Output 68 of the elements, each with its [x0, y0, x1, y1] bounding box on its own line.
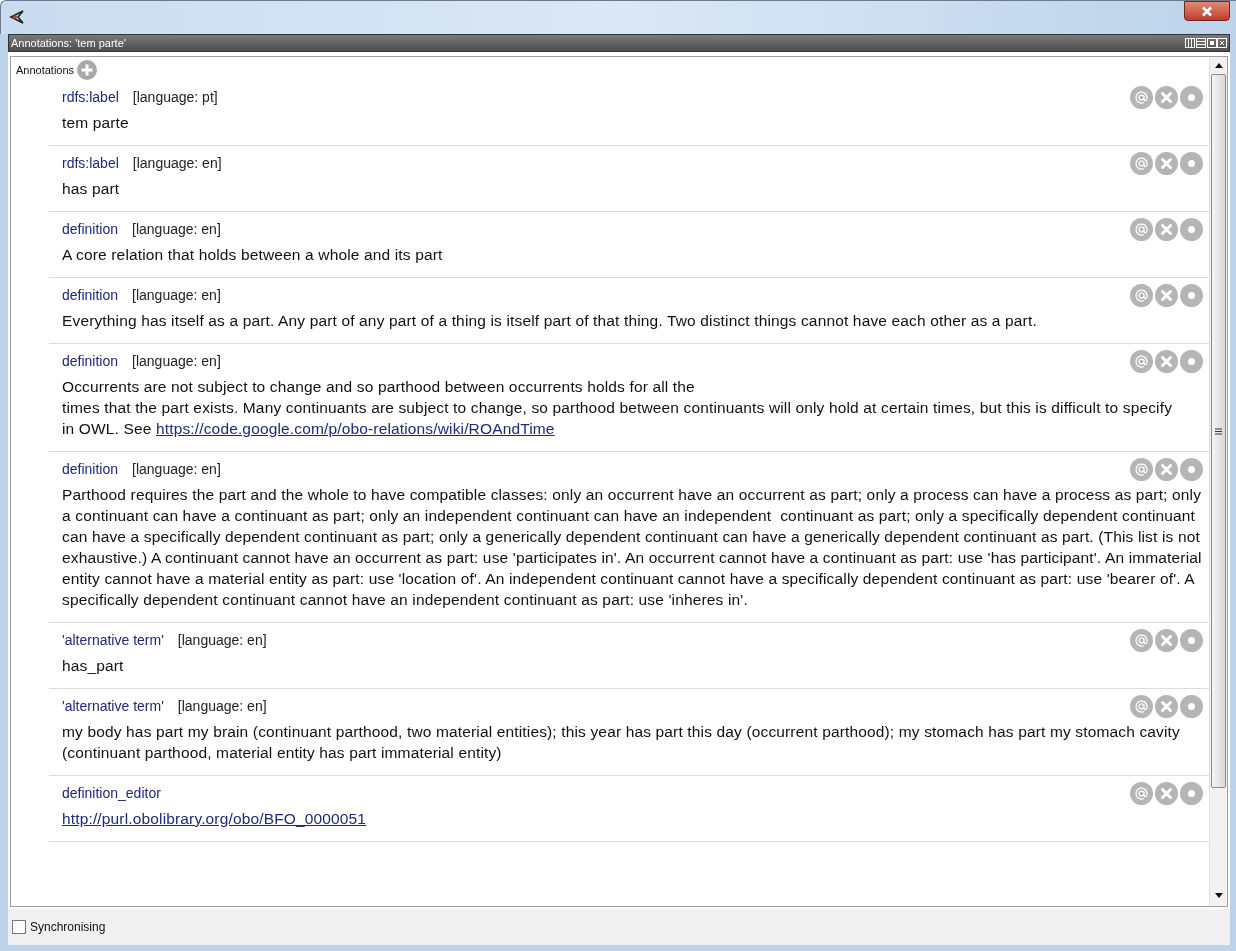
language-tag: [language: en] — [132, 218, 221, 240]
annotation-value: A core relation that holds between a whole and its part — [62, 245, 444, 265]
options-icon[interactable] — [1180, 457, 1203, 481]
delete-icon[interactable] — [1155, 628, 1178, 652]
panel-controls-icon[interactable] — [1185, 38, 1227, 48]
delete-icon[interactable] — [1155, 151, 1178, 175]
at-sign-icon[interactable] — [1130, 283, 1153, 307]
options-icon[interactable] — [1180, 781, 1203, 805]
link[interactable]: http://purl.obolibrary.org/obo/BFO_0000051 — [62, 810, 367, 827]
annotation-value: Occurrents are not subject to change and so parthood between occurrents holds for all the times that the part exists. Many continuants are subject to change, so parthood between continuants will only hold at certain times, but this is difficult to specify in OWL. See https://code.google.com/p/obo-relations/wiki/ROAndTime — [62, 377, 1174, 439]
checkbox-label[interactable]: Synchronising — [30, 918, 106, 936]
annotation-value: Everything has itself as a part. Any part of any part of a thing is itself part of that thing. Two distinct things cannot have each other as a part. — [62, 311, 1038, 331]
close-icon — [1201, 5, 1213, 17]
delete-icon[interactable] — [1155, 694, 1178, 718]
language-tag: [language: en] — [177, 629, 267, 651]
language-tag: [language: en] — [132, 458, 221, 480]
options-icon[interactable] — [1180, 151, 1203, 175]
options-icon[interactable] — [1180, 85, 1203, 109]
language-tag: [language: en] — [132, 350, 221, 372]
property-name[interactable]: definition — [62, 350, 119, 372]
annotation-value: Parthood requires the part and the whole to have compatible classes: only an occurrent have an occurrent as part; only a process can have a process as part; only a continuant can have a continuant as part; only an independent continuant can have an independent continuant as part; only a specifically dependent continuant can have a specifically dependent continuant as part; only a generically dependent continuant can have a generically dependent continuant as part. (This list is not exhaustive.) A continuant cannot have an occurrent as part: use 'participates in'. An occurrent cannot have a continuant as part: use 'has participant'. An immaterial entity cannot have a material entity as part: use 'location of'. An independent continuant cannot have a specifically dependent continuant as part: use 'bearer of'. A specifically dependent continuant cannot have an independent continuant as part: use 'inheres in'. — [62, 485, 1203, 610]
annotation-value: tem parte — [62, 113, 130, 133]
delete-icon[interactable] — [1155, 781, 1178, 805]
at-sign-icon[interactable] — [1130, 349, 1153, 373]
property-name[interactable]: definition — [62, 458, 119, 480]
delete-icon[interactable] — [1155, 283, 1178, 307]
close-button[interactable] — [1184, 1, 1230, 21]
at-sign-icon[interactable] — [1130, 217, 1153, 241]
grip-icon — [1215, 427, 1222, 435]
annotation-value: has part — [62, 179, 121, 199]
at-sign-icon[interactable] — [1130, 457, 1153, 481]
at-sign-icon[interactable] — [1130, 628, 1153, 652]
delete-icon[interactable] — [1155, 349, 1178, 373]
scroll-down-icon[interactable] — [1214, 893, 1223, 898]
checkbox[interactable] — [12, 920, 26, 934]
property-name[interactable]: definition_editor — [62, 782, 161, 804]
property-name[interactable]: 'alternative term' — [62, 629, 164, 651]
app-logo-icon — [9, 9, 25, 25]
property-name[interactable]: 'alternative term' — [62, 695, 164, 717]
language-tag: [language: en] — [132, 284, 221, 306]
section-heading: Annotations — [16, 62, 75, 78]
at-sign-icon[interactable] — [1130, 781, 1153, 805]
at-sign-icon[interactable] — [1130, 694, 1153, 718]
property-name[interactable]: rdfs:label — [62, 152, 119, 174]
property-name[interactable]: rdfs:label — [62, 86, 119, 108]
at-sign-icon[interactable] — [1130, 151, 1153, 175]
options-icon[interactable] — [1180, 694, 1203, 718]
property-name[interactable]: definition — [62, 284, 119, 306]
language-tag: [language: en] — [132, 152, 222, 174]
language-tag: [language: pt] — [132, 86, 218, 108]
scrollbar[interactable] — [1209, 57, 1227, 906]
delete-icon[interactable] — [1155, 217, 1178, 241]
property-name[interactable]: definition — [62, 218, 119, 240]
panel-title: Annotations: 'tem parte' — [11, 35, 126, 51]
options-icon[interactable] — [1180, 349, 1203, 373]
annotation-value: my body has part my brain (continuant parthood, two material entities); this year has part this day (occurrent parthood); my stomach has part my stomach cavity (continuant parthood, material entity has part immaterial entity) — [62, 722, 1181, 763]
add-icon[interactable] — [77, 60, 98, 80]
scrollbar-thumb[interactable] — [1211, 74, 1226, 788]
annotation-value: has_part — [62, 656, 125, 676]
at-sign-icon[interactable] — [1130, 85, 1153, 109]
options-icon[interactable] — [1180, 217, 1203, 241]
language-tag: [language: en] — [177, 695, 267, 717]
link[interactable]: https://code.google.com/p/obo-relations/wiki/ROAndTime — [156, 420, 555, 437]
delete-icon[interactable] — [1155, 85, 1178, 109]
options-icon[interactable] — [1180, 283, 1203, 307]
scroll-up-icon[interactable] — [1214, 63, 1223, 68]
delete-icon[interactable] — [1155, 457, 1178, 481]
options-icon[interactable] — [1180, 628, 1203, 652]
